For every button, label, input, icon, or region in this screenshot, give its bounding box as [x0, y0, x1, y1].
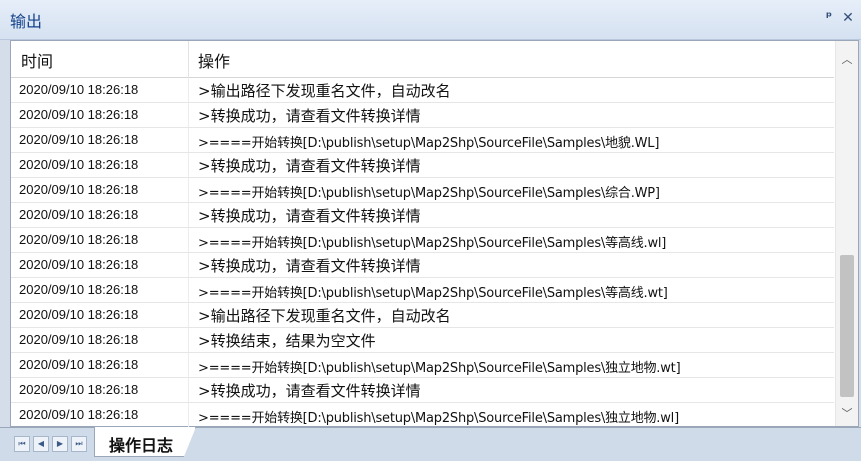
prev-icon[interactable]: ◀ — [33, 436, 49, 452]
cell-operation: >输出路径下发现重名文件，自动改名 — [198, 82, 451, 100]
cell-time: 2020/09/10 18:26:18 — [19, 182, 139, 197]
table-row[interactable]: 2020/09/10 18:26:18 >====开始转换[D:\publish\… — [11, 278, 834, 303]
table-row[interactable]: 2020/09/10 18:26:18 >输出路径下发现重名文件，自动改名 — [11, 303, 834, 328]
chevron-up-icon[interactable]: ︿ — [836, 51, 858, 69]
cell-divider — [188, 353, 189, 377]
cell-divider — [188, 253, 189, 277]
table-row[interactable]: 2020/09/10 18:26:18 >输出路径下发现重名文件，自动改名 — [11, 78, 834, 103]
table-row[interactable]: 2020/09/10 18:26:18 >转换成功，请查看文件转换详情 — [11, 103, 834, 128]
cell-divider — [188, 103, 189, 127]
table-row[interactable]: 2020/09/10 18:26:18 >====开始转换[D:\publish\… — [11, 353, 834, 378]
panel-title: 输出 — [10, 12, 43, 31]
cell-time: 2020/09/10 18:26:18 — [19, 282, 139, 297]
column-divider[interactable] — [188, 41, 189, 78]
cell-divider — [188, 378, 189, 402]
column-header-time[interactable]: 时间 — [21, 48, 53, 72]
cell-divider — [188, 78, 189, 102]
cell-operation: >====开始转换[D:\publish\setup\Map2Shp\Sourc… — [198, 236, 667, 251]
cell-divider — [188, 328, 189, 352]
table-row[interactable]: 2020/09/10 18:26:18 >转换成功，请查看文件转换详情 — [11, 253, 834, 278]
chevron-down-icon[interactable]: ﹀ — [836, 405, 858, 423]
cell-divider — [188, 278, 189, 302]
table-row[interactable]: 2020/09/10 18:26:18 >转换成功，请查看文件转换详情 — [11, 153, 834, 178]
tab-operation-log[interactable]: 操作日志 — [94, 427, 197, 457]
cell-operation: >====开始转换[D:\publish\setup\Map2Shp\Sourc… — [198, 361, 681, 376]
cell-divider — [188, 228, 189, 252]
table-row[interactable]: 2020/09/10 18:26:18 >====开始转换[D:\publish\… — [11, 228, 834, 253]
scroll-thumb[interactable] — [840, 255, 854, 397]
cell-operation: >转换成功，请查看文件转换详情 — [198, 382, 421, 400]
cell-time: 2020/09/10 18:26:18 — [19, 157, 139, 172]
cell-operation: >====开始转换[D:\publish\setup\Map2Shp\Sourc… — [198, 136, 660, 151]
log-list: 时间 操作 2020/09/10 18:26:18 >输出路径下发现重名文件，自动… — [10, 40, 859, 428]
table-row[interactable]: 2020/09/10 18:26:18 >转换成功，请查看文件转换详情 — [11, 203, 834, 228]
cell-time: 2020/09/10 18:26:18 — [19, 257, 139, 272]
cell-divider — [188, 128, 189, 152]
cell-divider — [188, 153, 189, 177]
tab-strip: ⏮ ◀ ▶ ⏭ 操作日志 — [0, 427, 861, 461]
cell-operation: >====开始转换[D:\publish\setup\Map2Shp\Sourc… — [198, 411, 679, 426]
cell-operation: >转换结束，结果为空文件 — [198, 332, 376, 350]
cell-time: 2020/09/10 18:26:18 — [19, 207, 139, 222]
table-row[interactable]: 2020/09/10 18:26:18 >====开始转换[D:\publish\… — [11, 178, 834, 203]
table-row[interactable]: 2020/09/10 18:26:18 >====开始转换[D:\publish\… — [11, 403, 834, 428]
column-header-operation[interactable]: 操作 — [198, 48, 230, 72]
cell-operation: >转换成功，请查看文件转换详情 — [198, 157, 421, 175]
cell-time: 2020/09/10 18:26:18 — [19, 357, 139, 372]
cell-divider — [188, 178, 189, 202]
table-row[interactable]: 2020/09/10 18:26:18 >转换成功，请查看文件转换详情 — [11, 378, 834, 403]
cell-operation: >====开始转换[D:\publish\setup\Map2Shp\Sourc… — [198, 286, 668, 301]
cell-time: 2020/09/10 18:26:18 — [19, 382, 139, 397]
next-icon[interactable]: ▶ — [52, 436, 68, 452]
cell-time: 2020/09/10 18:26:18 — [19, 82, 139, 97]
cell-divider — [188, 203, 189, 227]
cell-operation: >转换成功，请查看文件转换详情 — [198, 257, 421, 275]
cell-time: 2020/09/10 18:26:18 — [19, 107, 139, 122]
table-row[interactable]: 2020/09/10 18:26:18 >转换结束，结果为空文件 — [11, 328, 834, 353]
table-header: 时间 操作 — [11, 41, 834, 78]
tab-label: 操作日志 — [109, 436, 174, 455]
vertical-scrollbar[interactable]: ︿ ﹀ — [835, 41, 858, 426]
panel-titlebar: 输出 ᵖ ✕ — [0, 0, 861, 40]
cell-time: 2020/09/10 18:26:18 — [19, 407, 139, 422]
close-icon[interactable]: ✕ — [840, 9, 856, 27]
cell-divider — [188, 303, 189, 327]
output-panel: 输出 ᵖ ✕ 时间 操作 2020/09/10 18:26:18 >输出路径下发现… — [0, 0, 861, 461]
cell-time: 2020/09/10 18:26:18 — [19, 232, 139, 247]
cell-time: 2020/09/10 18:26:18 — [19, 307, 139, 322]
first-page-icon[interactable]: ⏮ — [14, 436, 30, 452]
table-row[interactable]: 2020/09/10 18:26:18 >====开始转换[D:\publish\… — [11, 128, 834, 153]
cell-operation: >转换成功，请查看文件转换详情 — [198, 207, 421, 225]
cell-divider — [188, 403, 189, 427]
cell-operation: >====开始转换[D:\publish\setup\Map2Shp\Sourc… — [198, 186, 660, 201]
cell-operation: >输出路径下发现重名文件，自动改名 — [198, 307, 451, 325]
table-body: 2020/09/10 18:26:18 >输出路径下发现重名文件，自动改名 2020… — [11, 78, 834, 428]
pin-icon[interactable]: ᵖ — [821, 9, 837, 27]
last-page-icon[interactable]: ⏭ — [71, 436, 87, 452]
cell-time: 2020/09/10 18:26:18 — [19, 332, 139, 347]
cell-operation: >转换成功，请查看文件转换详情 — [198, 107, 421, 125]
cell-time: 2020/09/10 18:26:18 — [19, 132, 139, 147]
